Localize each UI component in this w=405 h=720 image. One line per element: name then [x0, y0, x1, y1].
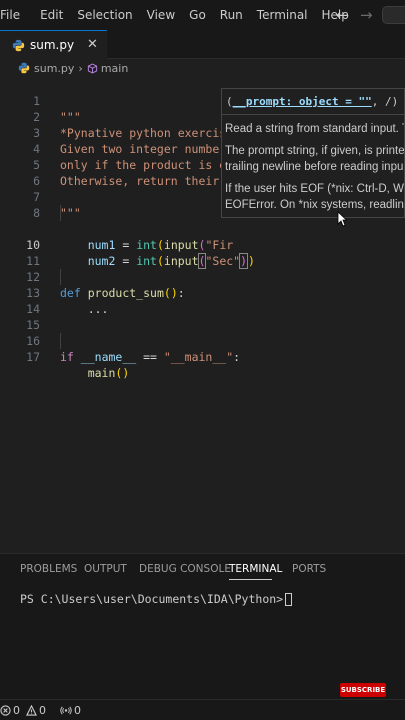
line-code: main()	[87, 366, 130, 380]
code-line: 12 def product_sum():	[0, 253, 405, 300]
tab-debug-console[interactable]: DEBUG CONSOLE	[139, 563, 231, 575]
mouse-pointer-icon	[337, 211, 347, 227]
editor-tab-bar: sum.py ✕	[0, 30, 405, 59]
python-file-icon	[12, 39, 25, 51]
command-center[interactable]	[382, 6, 405, 24]
menu-edit[interactable]: Edit	[40, 8, 71, 22]
doc-line: EOFError. On *nix systems, readline	[225, 199, 405, 211]
bottom-panel: PROBLEMS OUTPUT DEBUG CONSOLE TERMINAL P…	[0, 553, 405, 699]
python-file-icon	[18, 62, 30, 74]
back-arrow-icon[interactable]: ←	[336, 0, 349, 30]
breadcrumb-separator: ›	[78, 61, 83, 75]
doc-line: Read a string from standard input. T	[225, 123, 405, 135]
terminal-cursor	[285, 593, 293, 606]
tab-ports[interactable]: PORTS	[292, 563, 326, 575]
breadcrumb: sum.py › main	[0, 59, 405, 77]
forward-arrow-icon[interactable]: →	[360, 0, 373, 30]
tab-terminal[interactable]: TERMINAL	[229, 563, 282, 575]
warning-count: 0	[39, 703, 46, 717]
doc-line: trailing newline before reading inpu	[225, 161, 404, 173]
menu-selection[interactable]: Selection	[77, 8, 140, 22]
tab-sum-py[interactable]: sum.py ✕	[0, 30, 107, 59]
close-icon[interactable]: ✕	[87, 37, 98, 52]
code-line: 15	[0, 301, 405, 332]
breadcrumb-symbol[interactable]: main	[101, 62, 128, 75]
problems-status[interactable]: 0 0	[0, 704, 46, 717]
menu-go[interactable]: Go	[189, 8, 214, 22]
signature: (__prompt: object = "", /) -	[226, 95, 404, 108]
error-count: 0	[13, 703, 20, 717]
doc-line: The prompt string, if given, is printe	[225, 145, 405, 157]
menu-file[interactable]: File	[0, 8, 28, 22]
breadcrumb-file[interactable]: sum.py	[34, 62, 74, 75]
menu-view[interactable]: View	[147, 8, 183, 22]
method-cube-icon	[87, 62, 97, 74]
tab-output[interactable]: OUTPUT	[84, 563, 127, 575]
code-line: 13 ...	[0, 269, 405, 316]
ports-count: 0	[74, 703, 81, 717]
popup-divider	[222, 114, 404, 115]
signature-help-popup: (__prompt: object = "", /) - Read a stri…	[221, 88, 405, 218]
code-line: 14	[0, 285, 405, 316]
ports-status[interactable]: 0	[60, 704, 81, 717]
subscribe-badge[interactable]: SUBSCRIBE	[340, 683, 386, 697]
menu-run[interactable]: Run	[220, 8, 251, 22]
doc-line: If the user hits EOF (*nix: Ctrl-D, Wi	[225, 183, 405, 195]
line-number: 17	[26, 350, 40, 364]
tab-label: sum.py	[30, 38, 75, 52]
broadcast-icon	[60, 706, 72, 714]
code-line: 16 if __name__ == "__main__":	[0, 317, 405, 364]
tab-problems[interactable]: PROBLEMS	[20, 563, 77, 575]
terminal-prompt: PS C:\Users\user\Documents\IDA\Python>	[20, 592, 284, 606]
line-code: if __name__ == "__main__":	[60, 350, 241, 364]
active-tab-indicator	[229, 579, 272, 580]
menu-terminal[interactable]: Terminal	[257, 8, 316, 22]
active-parameter: __prompt: object = ""	[232, 95, 372, 108]
code-line: 17 main()	[0, 333, 405, 380]
terminal-output[interactable]: PS C:\Users\user\Documents\IDA\Python>	[20, 592, 293, 606]
panel-tabs: PROBLEMS OUTPUT DEBUG CONSOLE TERMINAL P…	[0, 554, 405, 582]
code-line: 11	[0, 237, 405, 268]
status-bar: 0 0 0	[0, 699, 405, 720]
warning-icon	[26, 704, 37, 716]
error-icon	[0, 704, 11, 716]
